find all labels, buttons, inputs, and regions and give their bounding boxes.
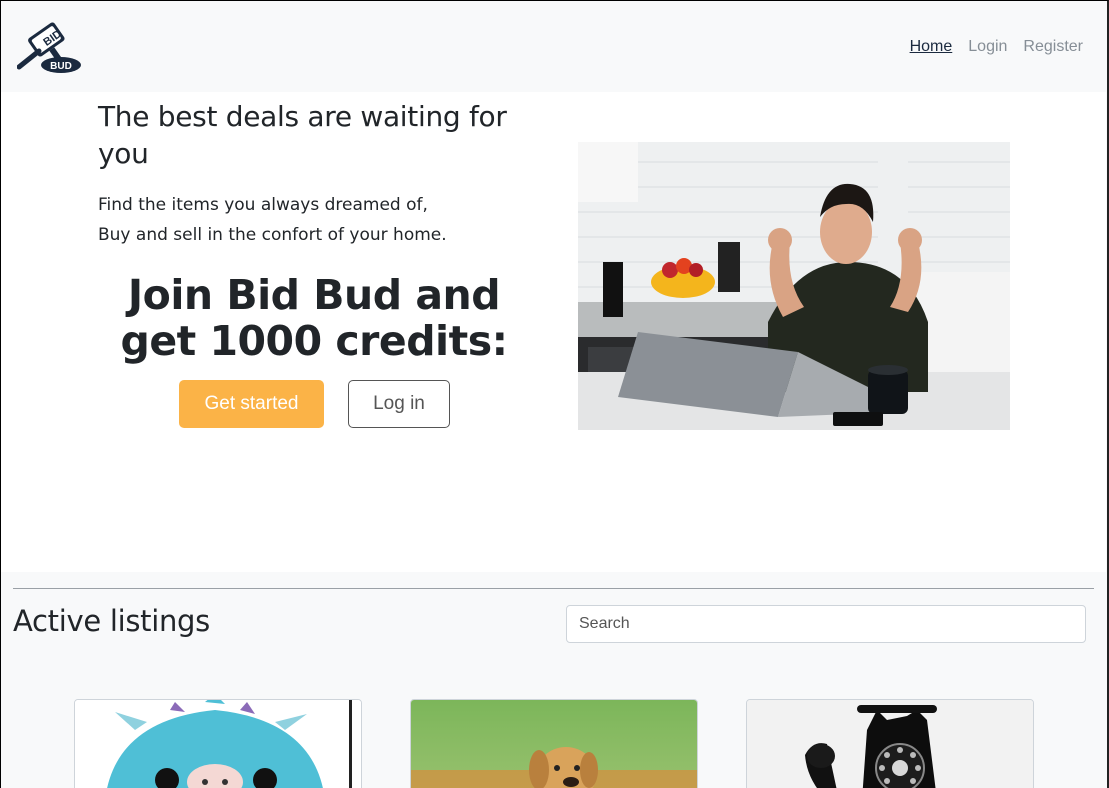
plush-dragon-image — [75, 700, 361, 788]
hero-line-1: Find the items you always dreamed of, — [98, 195, 428, 215]
hero-line-2: Buy and sell in the confort of your home… — [98, 225, 447, 245]
listing-card-3[interactable] — [746, 699, 1034, 788]
nav-login-link[interactable]: Login — [968, 38, 1007, 56]
listing-card-2[interactable] — [410, 699, 698, 788]
nav-register-link[interactable]: Register — [1023, 38, 1083, 56]
log-in-button[interactable]: Log in — [348, 380, 450, 428]
get-started-button[interactable]: Get started — [179, 380, 324, 428]
svg-text:BUD: BUD — [50, 61, 72, 72]
hero-heading: The best deals are waiting for you — [98, 100, 507, 170]
gavel-icon: BID BUD — [16, 22, 81, 73]
section-divider — [13, 588, 1094, 589]
hero-section: The best deals are waiting for you Find … — [1, 92, 1106, 572]
active-listings-title: Active listings — [13, 604, 210, 638]
puppy-image — [411, 700, 697, 788]
navbar: BID BUD Home Login Register — [1, 1, 1106, 92]
hero-description: Find the items you always dreamed of, Bu… — [98, 190, 518, 250]
join-callout: Join Bid Bud and get 1000 credits: — [120, 271, 508, 365]
nav-links: Home Login Register — [910, 38, 1083, 56]
bidbud-logo[interactable]: BID BUD — [16, 21, 83, 73]
search-input[interactable] — [566, 605, 1086, 643]
hero-photo — [578, 142, 1010, 430]
nav-home-link[interactable]: Home — [910, 38, 953, 56]
rotary-telephone-image — [747, 700, 1033, 788]
excited-man-laptop-image — [578, 142, 1010, 430]
listing-card-1[interactable] — [74, 699, 362, 788]
